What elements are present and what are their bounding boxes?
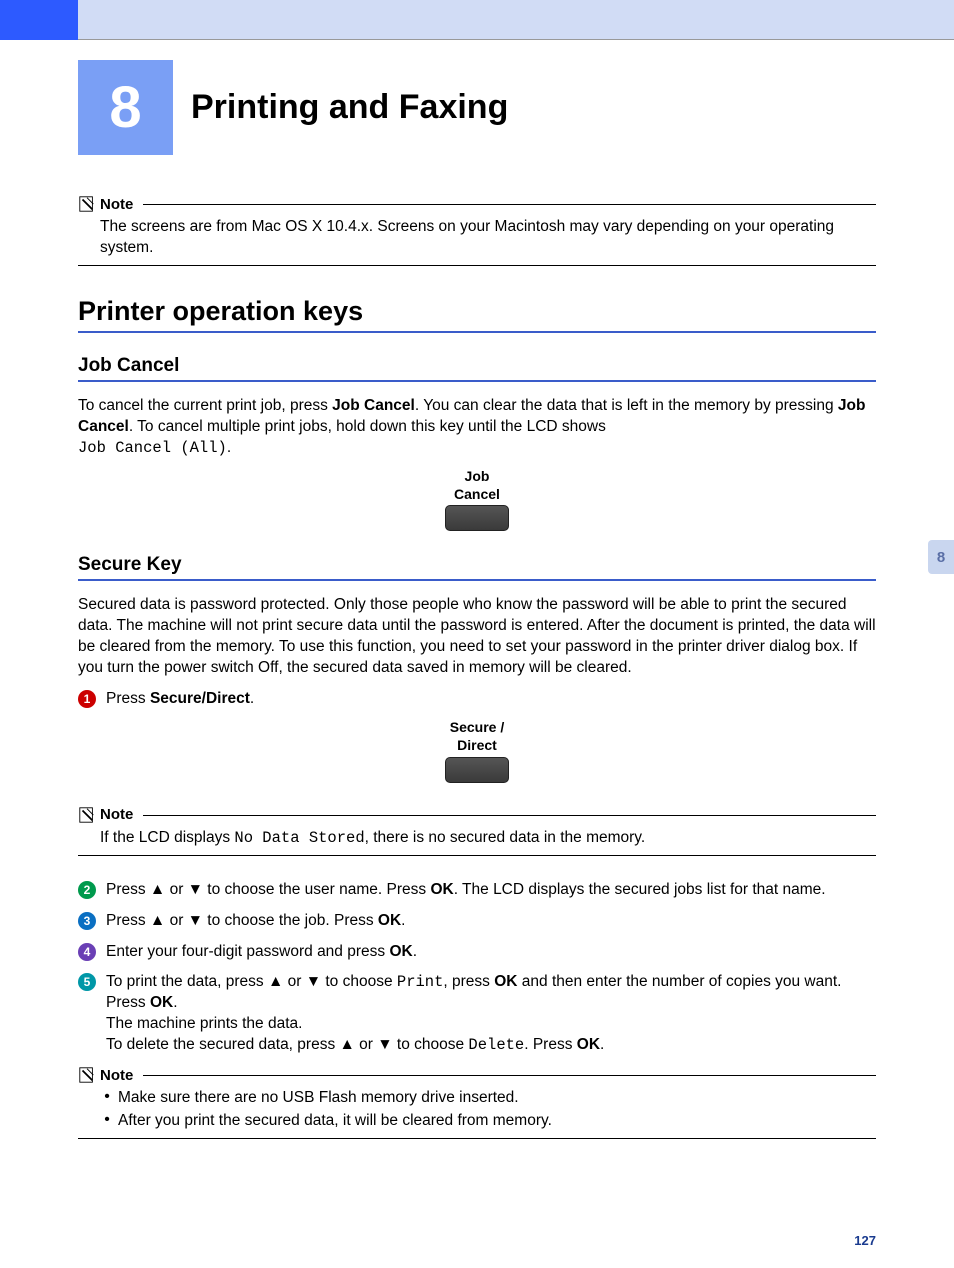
step-number-icon: 3 <box>78 912 96 930</box>
bold-text: Secure/Direct <box>150 690 250 707</box>
header-strip <box>0 0 954 40</box>
side-tab: 8 <box>928 540 954 574</box>
section-heading: Printer operation keys <box>78 296 876 333</box>
bold-text: Job Cancel <box>332 397 415 414</box>
bold-text: OK <box>430 881 453 898</box>
job-cancel-paragraph: To cancel the current print job, press J… <box>78 396 876 459</box>
text: . <box>173 994 177 1011</box>
bold-text: OK <box>378 912 401 929</box>
bullet-icon: • <box>100 1088 114 1109</box>
step-number-icon: 5 <box>78 973 96 991</box>
note-bullet-2: • After you print the secured data, it w… <box>78 1111 876 1132</box>
text: Enter your four-digit password and press <box>106 943 389 960</box>
page-number: 127 <box>0 1223 954 1268</box>
secure-direct-button-graphic: Secure / Direct <box>78 720 876 788</box>
note-rule <box>143 814 876 816</box>
header-strip-right <box>78 0 954 40</box>
bold-text: OK <box>494 973 517 990</box>
text: . To cancel multiple print jobs, hold do… <box>129 418 606 435</box>
step-text: Press ▲ or ▼ to choose the job. Press OK… <box>106 911 876 932</box>
text: . <box>250 690 254 707</box>
step-text: Press Secure/Direct. <box>106 689 876 710</box>
note-label: Note <box>100 1067 133 1084</box>
button-label-line1: Job <box>78 469 876 484</box>
bullet-icon: • <box>100 1111 114 1132</box>
step-number-icon: 1 <box>78 690 96 708</box>
chapter-title: Printing and Faxing <box>191 88 508 127</box>
step-text: Press ▲ or ▼ to choose the user name. Pr… <box>106 880 876 901</box>
bold-text: OK <box>150 994 173 1011</box>
note-end-rule <box>78 265 876 266</box>
step-2: 2 Press ▲ or ▼ to choose the user name. … <box>78 880 876 901</box>
step-4: 4 Enter your four-digit password and pre… <box>78 942 876 963</box>
text: To cancel the current print job, press <box>78 397 332 414</box>
mono-text: Job Cancel (All) <box>78 439 227 457</box>
button-label-line1: Secure / <box>78 720 876 735</box>
mono-text: No Data Stored <box>234 829 364 847</box>
text: . <box>600 1036 604 1053</box>
note-body: The screens are from Mac OS X 10.4.x. Sc… <box>100 217 876 259</box>
note-end-rule <box>78 1138 876 1139</box>
bold-text: OK <box>389 943 412 960</box>
bold-text: OK <box>577 1036 600 1053</box>
note-label: Note <box>100 806 133 823</box>
job-cancel-button-graphic: Job Cancel <box>78 469 876 537</box>
button-label-line2: Direct <box>78 738 876 753</box>
text: , press <box>443 973 494 990</box>
text: . You can clear the data that is left in… <box>415 397 838 414</box>
bullet-text: Make sure there are no USB Flash memory … <box>118 1088 876 1109</box>
text: Press ▲ or ▼ to choose the user name. Pr… <box>106 881 430 898</box>
text: . <box>401 912 405 929</box>
text: , there is no secured data in the memory… <box>365 829 646 846</box>
text: Press ▲ or ▼ to choose the job. Press <box>106 912 378 929</box>
subsection-secure-key: Secure Key <box>78 554 876 581</box>
button-shape <box>445 757 509 783</box>
note-icon <box>78 195 96 213</box>
text: . <box>227 439 231 456</box>
button-shape <box>445 505 509 531</box>
note-header: Note <box>78 195 876 213</box>
note-rule <box>143 1074 876 1076</box>
chapter-number-box: 8 <box>78 60 173 155</box>
note-header: Note <box>78 1066 876 1084</box>
step-5: 5 To print the data, press ▲ or ▼ to cho… <box>78 972 876 1056</box>
subsection-job-cancel: Job Cancel <box>78 355 876 382</box>
mono-text: Delete <box>468 1036 524 1054</box>
step-number-icon: 2 <box>78 881 96 899</box>
step-text: Enter your four-digit password and press… <box>106 942 876 963</box>
note-bullet-1: • Make sure there are no USB Flash memor… <box>78 1088 876 1109</box>
note-label: Note <box>100 196 133 213</box>
text: Press <box>106 690 150 707</box>
step-3: 3 Press ▲ or ▼ to choose the job. Press … <box>78 911 876 932</box>
header-strip-left <box>0 0 78 40</box>
note-icon <box>78 1066 96 1084</box>
bullet-text: After you print the secured data, it wil… <box>118 1111 876 1132</box>
step-1: 1 Press Secure/Direct. <box>78 689 876 710</box>
step-text: To print the data, press ▲ or ▼ to choos… <box>106 972 876 1056</box>
secure-key-paragraph: Secured data is password protected. Only… <box>78 595 876 679</box>
mono-text: Print <box>397 973 444 991</box>
note-icon <box>78 806 96 824</box>
page-content: Note The screens are from Mac OS X 10.4.… <box>0 195 954 1223</box>
note-body: If the LCD displays No Data Stored, ther… <box>100 828 876 849</box>
text: . <box>413 943 417 960</box>
text: To print the data, press ▲ or ▼ to choos… <box>106 973 397 990</box>
note-header: Note <box>78 806 876 824</box>
note-rule <box>143 203 876 205</box>
text: . The LCD displays the secured jobs list… <box>454 881 826 898</box>
step-number-icon: 4 <box>78 943 96 961</box>
text: If the LCD displays <box>100 829 234 846</box>
text: . Press <box>524 1036 577 1053</box>
chapter-header: 8 Printing and Faxing <box>0 60 954 155</box>
text: The machine prints the data. <box>106 1015 302 1032</box>
button-label-line2: Cancel <box>78 487 876 502</box>
note-end-rule <box>78 855 876 856</box>
text: To delete the secured data, press ▲ or ▼… <box>106 1036 468 1053</box>
